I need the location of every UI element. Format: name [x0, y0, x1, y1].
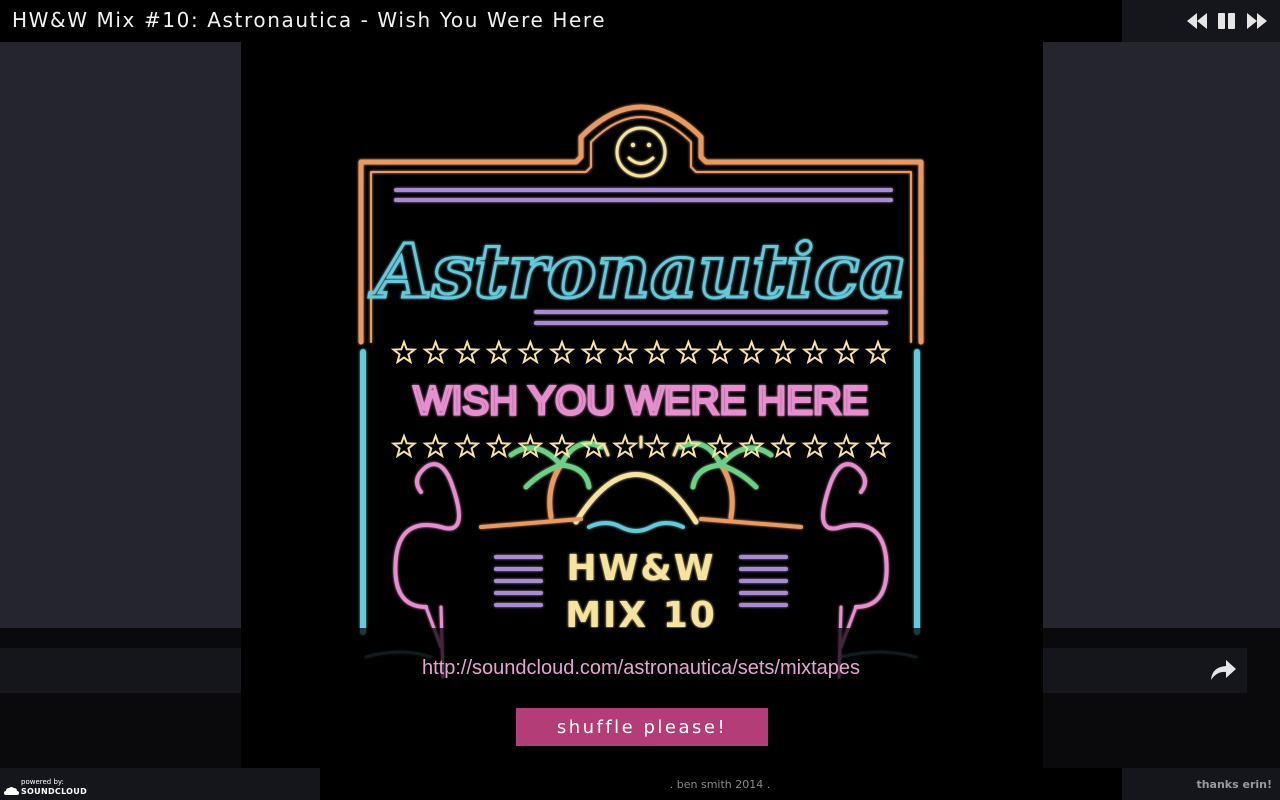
star-icon — [517, 339, 544, 365]
footer-right-panel: thanks erin! — [1122, 768, 1280, 800]
track-title: HW&W Mix #10: Astronautica - Wish You We… — [12, 8, 607, 32]
star-icon — [738, 339, 765, 365]
star-icon — [453, 339, 481, 365]
playback-controls — [1186, 9, 1268, 33]
star-icon — [864, 339, 892, 365]
pause-icon[interactable] — [1216, 9, 1238, 33]
title-bar: HW&W Mix #10: Astronautica - Wish You We… — [0, 0, 1280, 42]
thanks-text: thanks erin! — [1196, 778, 1272, 791]
fast-forward-icon[interactable] — [1246, 9, 1268, 33]
star-icon — [706, 339, 734, 365]
rewind-icon[interactable] — [1186, 9, 1208, 33]
star-icon — [422, 339, 449, 365]
smiley-icon — [615, 126, 667, 178]
star-icon — [390, 339, 418, 365]
star-icon — [390, 433, 418, 459]
star-icon — [611, 433, 639, 459]
artwork-mix-line1: HW&W — [567, 548, 716, 589]
star-icon — [485, 433, 513, 459]
star-icon — [422, 433, 449, 459]
credit-text: . ben smith 2014 . — [669, 778, 771, 791]
footer: powered by: SOUNDCLOUD . ben smith 2014 … — [0, 768, 1280, 800]
star-icon — [643, 433, 671, 459]
star-icon — [580, 339, 607, 365]
star-icon — [769, 433, 797, 459]
star-icon — [485, 339, 513, 365]
artwork-subtitle-text: WISH YOU WERE HERE — [414, 379, 869, 423]
star-icon — [675, 339, 702, 365]
shuffle-button[interactable]: shuffle please! — [516, 708, 768, 746]
star-icon — [833, 339, 860, 365]
star-icon — [801, 339, 829, 365]
star-icon — [453, 433, 481, 459]
star-icon — [801, 433, 829, 459]
star-icon — [611, 339, 639, 365]
star-icon — [769, 339, 797, 365]
star-row-top — [390, 339, 892, 365]
album-artwork: Astronautica WISH YOU WERE HERE HW&W MIX… — [358, 104, 924, 679]
left-panel — [0, 42, 241, 628]
right-panel — [1043, 42, 1280, 628]
star-icon — [548, 339, 576, 365]
artwork-brand-text: Astronautica — [369, 229, 907, 315]
soundcloud-link[interactable]: http://soundcloud.com/astronautica/sets/… — [0, 657, 1280, 680]
controls-panel — [1122, 0, 1280, 42]
star-icon — [833, 433, 860, 459]
star-icon — [864, 433, 892, 459]
star-icon — [643, 339, 671, 365]
